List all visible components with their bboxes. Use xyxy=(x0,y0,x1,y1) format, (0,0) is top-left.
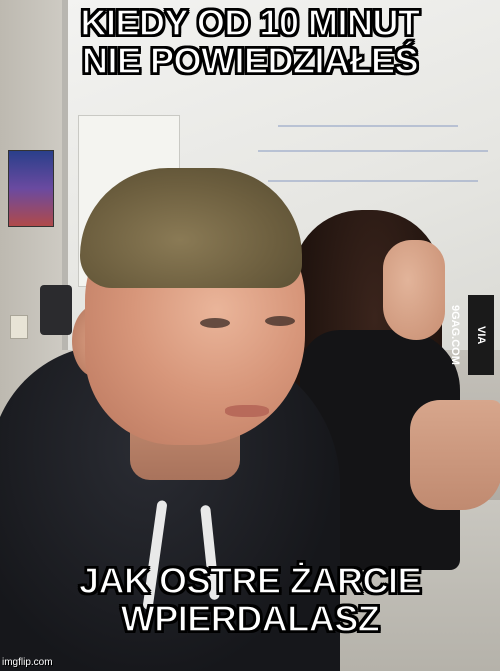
wall-outlet xyxy=(10,315,28,339)
meme-top-caption: KIEDY OD 10 MINUT NIE POWIEDZIAŁEŚ xyxy=(80,2,421,81)
9gag-watermark: VIA 9GAG.COM xyxy=(449,295,494,375)
meme-image: KIEDY OD 10 MINUT NIE POWIEDZIAŁEŚ JAK O… xyxy=(0,0,500,671)
girl-face xyxy=(383,240,445,340)
girl-arm xyxy=(410,400,500,510)
boy-eye xyxy=(200,318,230,328)
boy-lips xyxy=(225,405,269,417)
meme-bottom-caption: JAK OSTRE ŻARCIE WPIERDALASZ xyxy=(78,560,422,639)
boy-eye xyxy=(265,316,295,326)
imgflip-watermark: imgflip.com xyxy=(2,657,53,668)
wall-poster xyxy=(8,150,54,227)
wall-dispenser xyxy=(40,285,72,335)
